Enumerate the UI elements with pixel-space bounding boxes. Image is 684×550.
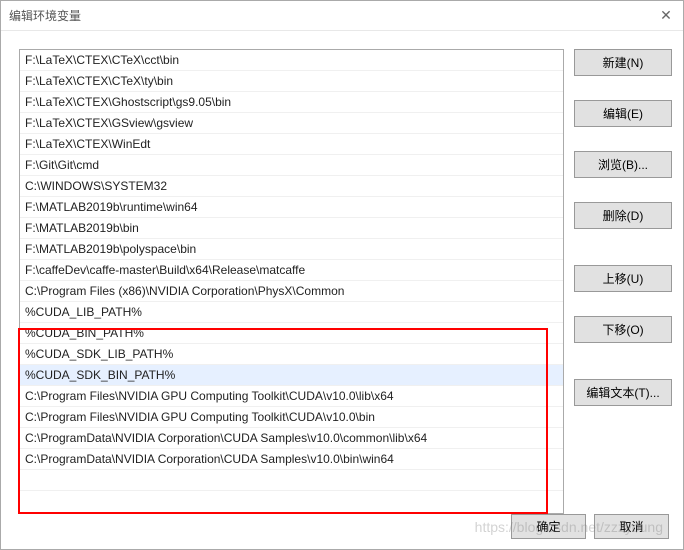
list-item[interactable]: F:\MATLAB2019b\polyspace\bin — [20, 239, 563, 260]
cancel-button[interactable]: 取消 — [594, 514, 669, 539]
ok-button[interactable]: 确定 — [511, 514, 586, 539]
list-item[interactable]: %CUDA_LIB_PATH% — [20, 302, 563, 323]
list-item[interactable]: C:\ProgramData\NVIDIA Corporation\CUDA S… — [20, 428, 563, 449]
list-item[interactable]: F:\LaTeX\CTEX\GSview\gsview — [20, 113, 563, 134]
list-item[interactable]: C:\Program Files\NVIDIA GPU Computing To… — [20, 386, 563, 407]
list-item[interactable]: C:\Program Files\NVIDIA GPU Computing To… — [20, 407, 563, 428]
edittext-button[interactable]: 编辑文本(T)... — [574, 379, 672, 406]
new-button[interactable]: 新建(N) — [574, 49, 672, 76]
list-item[interactable]: %CUDA_SDK_BIN_PATH% — [20, 365, 563, 386]
list-item[interactable]: F:\MATLAB2019b\bin — [20, 218, 563, 239]
list-item[interactable]: F:\MATLAB2019b\runtime\win64 — [20, 197, 563, 218]
dialog-title: 编辑环境变量 — [9, 7, 81, 24]
dialog-window: 编辑环境变量 ✕ F:\LaTeX\CTEX\CTeX\cct\binF:\La… — [0, 0, 684, 550]
list-item[interactable]: C:\ProgramData\NVIDIA Corporation\CUDA S… — [20, 449, 563, 470]
list-item[interactable]: F:\LaTeX\CTEX\CTeX\ty\bin — [20, 71, 563, 92]
path-listbox[interactable]: F:\LaTeX\CTEX\CTeX\cct\binF:\LaTeX\CTEX\… — [19, 49, 564, 514]
moveup-button[interactable]: 上移(U) — [574, 265, 672, 292]
browse-button[interactable]: 浏览(B)... — [574, 151, 672, 178]
list-item[interactable]: F:\LaTeX\CTEX\WinEdt — [20, 134, 563, 155]
list-item[interactable]: F:\caffeDev\caffe-master\Build\x64\Relea… — [20, 260, 563, 281]
list-item[interactable]: %CUDA_SDK_LIB_PATH% — [20, 344, 563, 365]
list-item[interactable]: F:\Git\Git\cmd — [20, 155, 563, 176]
dialog-footer: 确定 取消 — [511, 514, 669, 539]
close-icon[interactable]: ✕ — [657, 7, 675, 25]
list-item[interactable]: C:\WINDOWS\SYSTEM32 — [20, 176, 563, 197]
list-item[interactable]: F:\LaTeX\CTEX\CTeX\cct\bin — [20, 50, 563, 71]
list-item[interactable]: %CUDA_BIN_PATH% — [20, 323, 563, 344]
dialog-content: F:\LaTeX\CTEX\CTeX\cct\binF:\LaTeX\CTEX\… — [1, 31, 683, 549]
list-item[interactable]: F:\LaTeX\CTEX\Ghostscript\gs9.05\bin — [20, 92, 563, 113]
list-item[interactable]: C:\Program Files (x86)\NVIDIA Corporatio… — [20, 281, 563, 302]
delete-button[interactable]: 删除(D) — [574, 202, 672, 229]
titlebar: 编辑环境变量 ✕ — [1, 1, 683, 31]
list-item-empty[interactable] — [20, 470, 563, 491]
movedown-button[interactable]: 下移(O) — [574, 316, 672, 343]
edit-button[interactable]: 编辑(E) — [574, 100, 672, 127]
side-button-column: 新建(N) 编辑(E) 浏览(B)... 删除(D) 上移(U) 下移(O) 编… — [574, 49, 672, 414]
